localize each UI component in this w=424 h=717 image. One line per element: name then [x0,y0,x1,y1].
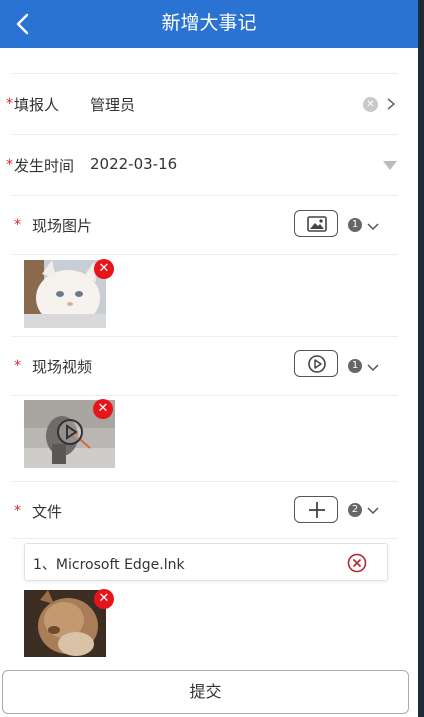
files-label: 文件 [32,503,63,521]
remove-file-icon[interactable] [347,553,367,573]
occur-time-label: 发生时间 [14,157,75,175]
required-mark: * [6,96,13,112]
chevron-down-icon[interactable] [367,221,379,233]
add-video-button[interactable] [294,350,338,377]
delete-video-icon[interactable]: ✕ [93,399,113,419]
delete-file-image-icon[interactable]: ✕ [94,589,114,609]
videos-row: * 现场视频 1 [12,337,398,396]
video-count-badge: 1 [348,359,362,373]
add-photo-button[interactable] [294,210,338,237]
chevron-down-icon[interactable] [367,362,379,374]
chevron-right-icon[interactable] [385,98,397,110]
play-circle-icon [308,355,326,373]
nav-bar: 新增大事记 [0,0,418,48]
clear-icon[interactable]: ✕ [363,97,378,112]
file-count-badge: 2 [348,503,362,517]
submit-button[interactable]: 提交 [2,670,409,714]
reporter-row[interactable]: * 填报人 管理员 ✕ [6,74,398,135]
required-mark: * [14,217,21,233]
occur-time-value: 2022-03-16 [90,155,178,173]
occur-time-row[interactable]: * 发生时间 2022-03-16 [6,135,398,196]
videos-label: 现场视频 [32,358,93,376]
chevron-down-icon[interactable] [367,505,379,517]
required-mark: * [14,358,21,374]
file-item[interactable]: 1、Microsoft Edge.lnk [24,543,388,581]
photos-row: * 现场图片 1 [12,196,398,255]
image-icon [307,216,327,232]
delete-photo-icon[interactable]: ✕ [94,259,114,279]
plus-icon [309,502,325,518]
add-file-button[interactable] [294,496,338,523]
reporter-value: 管理员 [90,96,136,114]
required-mark: * [14,503,21,519]
window-edge [418,0,424,717]
files-row: * 文件 2 [12,482,398,539]
photo-count-badge: 1 [348,218,362,232]
photos-label: 现场图片 [32,217,93,235]
required-mark: * [6,157,13,173]
reporter-label: 填报人 [14,96,60,114]
file-name: 1、Microsoft Edge.lnk [33,557,185,573]
dropdown-icon[interactable] [383,161,397,170]
page-title: 新增大事记 [161,12,257,34]
